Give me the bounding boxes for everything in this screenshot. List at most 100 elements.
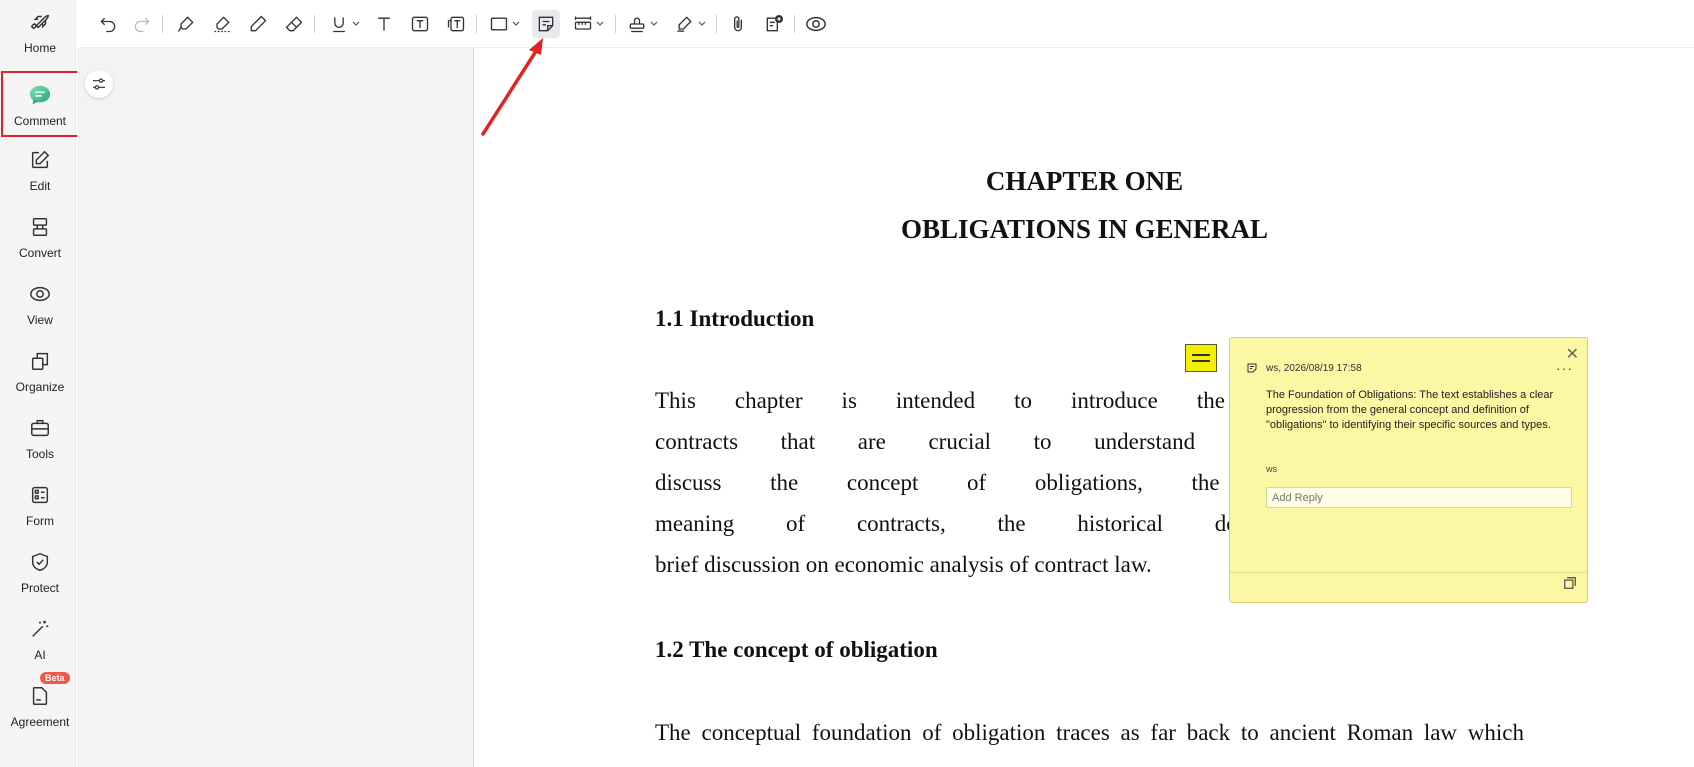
- nav-convert[interactable]: Convert: [1, 205, 79, 271]
- chapter-subtitle: OBLIGATIONS IN GENERAL: [900, 214, 1269, 244]
- agreement-icon: [28, 684, 52, 708]
- attachment-button[interactable]: [724, 10, 752, 38]
- nav-tools[interactable]: Tools: [1, 406, 79, 472]
- nav-organize[interactable]: Organize: [1, 339, 79, 405]
- shape-button[interactable]: [484, 10, 524, 38]
- toolbar-separator: [162, 15, 163, 33]
- chevron-down-icon: [698, 21, 705, 26]
- toolbar-separator: [615, 15, 616, 33]
- sticky-note-button[interactable]: [532, 10, 560, 38]
- area-highlight-button[interactable]: [208, 10, 236, 38]
- toolbar-separator: [716, 15, 717, 33]
- toolbar-separator: [314, 15, 315, 33]
- sticky-note-icon: [538, 16, 554, 32]
- nav-ai[interactable]: AI: [1, 607, 79, 673]
- show-hide-comments-button[interactable]: [802, 10, 830, 38]
- nav-form[interactable]: Form: [1, 473, 79, 539]
- chevron-down-icon: [596, 21, 603, 26]
- textbox-icon: [411, 16, 429, 32]
- add-comment-button[interactable]: [760, 10, 788, 38]
- nav-protect[interactable]: Protect: [1, 540, 79, 606]
- comment-icon: [28, 83, 52, 107]
- redo-icon: [134, 17, 150, 33]
- attachment-icon: [734, 16, 742, 32]
- shield-icon: [28, 550, 52, 574]
- add-reply-input[interactable]: [1266, 487, 1572, 508]
- toolbar-separator: [794, 15, 795, 33]
- nav-agreement[interactable]: Agreement: [1, 674, 79, 740]
- callout-icon: [447, 16, 465, 32]
- toolbar-separator: [476, 15, 477, 33]
- pencil-button[interactable]: [244, 10, 272, 38]
- more-options-icon[interactable]: ···: [1556, 360, 1573, 376]
- sticky-note-annotation[interactable]: [1185, 344, 1217, 372]
- nav-edit[interactable]: Edit: [1, 138, 79, 204]
- section-heading-1: 1.1 Introduction: [655, 306, 815, 331]
- nav-tools-label: Tools: [25, 447, 54, 461]
- measure-icon: [574, 16, 591, 30]
- textbox-button[interactable]: [406, 10, 434, 38]
- nav-view-label: View: [27, 313, 53, 327]
- eraser-button[interactable]: [280, 10, 308, 38]
- note-author-date: ws, 2026/08/19 17:58: [1266, 362, 1362, 374]
- signature-button[interactable]: [670, 10, 710, 38]
- chevron-down-icon: [352, 21, 359, 26]
- chapter-title: CHAPTER ONE: [985, 166, 1184, 196]
- note-header: ws, 2026/08/19 17:58: [1246, 362, 1362, 374]
- chevron-down-icon: [650, 21, 657, 26]
- eye-icon: [806, 16, 826, 32]
- organize-icon: [28, 349, 52, 373]
- nav-organize-label: Organize: [15, 380, 65, 394]
- pencil-icon: [250, 15, 267, 32]
- note-popup: ✕ ws, 2026/08/19 17:58 ··· The Foundatio…: [1229, 337, 1588, 603]
- left-navigation: Home Comment Edit Convert View Organize …: [0, 0, 79, 767]
- rectangle-icon: [490, 17, 507, 31]
- nav-protect-label: Protect: [20, 581, 59, 595]
- highlight-icon: [177, 16, 194, 32]
- nav-comment-label: Comment: [13, 114, 66, 128]
- edit-icon: [28, 148, 52, 172]
- nav-home[interactable]: Home: [1, 0, 79, 66]
- nav-ai-label: AI: [34, 648, 46, 662]
- nav-comment[interactable]: Comment: [1, 71, 79, 137]
- app-window: Home Comment Edit Convert View Organize …: [0, 0, 1694, 767]
- underline-icon: [332, 17, 345, 33]
- form-icon: [28, 483, 52, 507]
- add-comment-icon: [766, 15, 783, 32]
- section-heading-2: 1.2 The concept of obligation: [655, 637, 938, 662]
- nav-edit-label: Edit: [29, 179, 51, 193]
- nav-convert-label: Convert: [18, 246, 62, 260]
- undo-button[interactable]: [94, 10, 122, 38]
- undo-icon: [100, 17, 116, 33]
- comment-toolbar: [80, 0, 1694, 48]
- magic-wand-icon: [28, 617, 52, 641]
- expand-icon[interactable]: [1563, 576, 1577, 595]
- sliders-icon: [93, 78, 105, 90]
- stamp-icon: [629, 17, 644, 33]
- filter-button[interactable]: [85, 70, 113, 98]
- text-button[interactable]: [370, 10, 398, 38]
- area-highlight-icon: [214, 16, 230, 33]
- note-footer: [1230, 572, 1587, 602]
- beta-badge: Beta: [40, 672, 70, 684]
- nav-view[interactable]: View: [1, 272, 79, 338]
- callout-button[interactable]: [442, 10, 470, 38]
- nav-agreement-label: Agreement: [10, 715, 70, 729]
- toolbox-icon: [28, 416, 52, 440]
- nav-home-label: Home: [23, 41, 56, 55]
- eraser-icon: [285, 16, 303, 32]
- note-signature: ws: [1266, 464, 1277, 474]
- redo-button[interactable]: [128, 10, 156, 38]
- highlight-button[interactable]: [172, 10, 200, 38]
- paragraph-line: The conceptual foundation of obligation …: [655, 720, 1524, 745]
- measure-button[interactable]: [568, 10, 608, 38]
- underline-button[interactable]: [324, 10, 364, 38]
- signature-icon: [676, 16, 692, 33]
- comment-list-pane: [77, 48, 474, 767]
- convert-icon: [28, 215, 52, 239]
- view-icon: [28, 282, 52, 306]
- note-text[interactable]: The Foundation of Obligations: The text …: [1266, 388, 1566, 433]
- chevron-down-icon: [512, 21, 519, 26]
- sticky-note-icon: [1247, 363, 1257, 373]
- stamp-button[interactable]: [622, 10, 662, 38]
